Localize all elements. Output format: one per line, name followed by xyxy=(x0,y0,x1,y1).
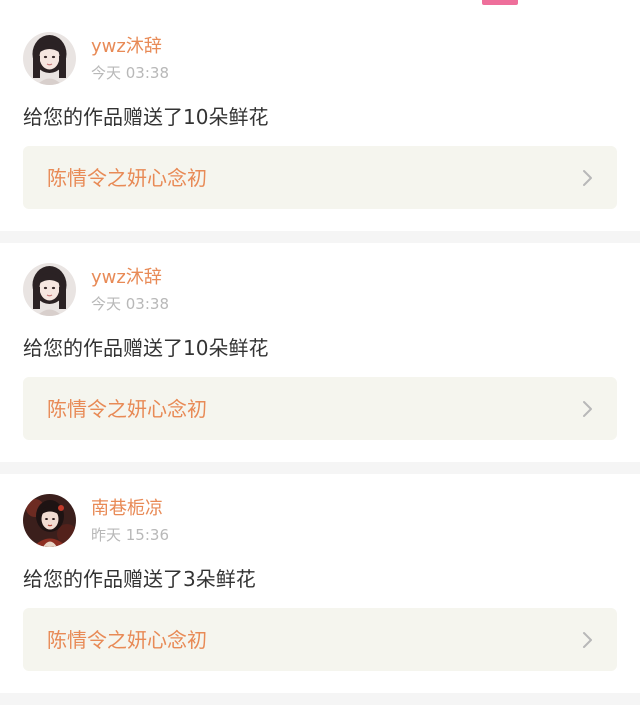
gift-notification-card: ywz沐辞 今天 03:38 给您的作品赠送了10朵鲜花 陈情令之妍心念初 xyxy=(0,12,640,231)
work-title: 陈情令之妍心念初 xyxy=(47,166,207,190)
gift-notification-card: ywz沐辞 今天 03:38 给您的作品赠送了10朵鲜花 陈情令之妍心念初 xyxy=(0,243,640,462)
username[interactable]: ywz沐辞 xyxy=(91,36,162,58)
gift-notification-feed: ywz沐辞 今天 03:38 给您的作品赠送了10朵鲜花 陈情令之妍心念初 yw… xyxy=(0,0,640,705)
chevron-right-icon xyxy=(581,630,595,650)
costume-portrait-icon xyxy=(23,494,76,547)
gift-message: 给您的作品赠送了3朵鲜花 xyxy=(23,567,256,591)
girl-portrait-icon xyxy=(23,263,76,316)
timestamp: 今天 03:38 xyxy=(91,64,169,82)
user-avatar[interactable] xyxy=(23,494,76,547)
section-divider xyxy=(0,231,640,243)
timestamp: 今天 03:38 xyxy=(91,295,169,313)
work-link-card[interactable]: 陈情令之妍心念初 xyxy=(23,377,617,440)
gift-message: 给您的作品赠送了10朵鲜花 xyxy=(23,336,269,360)
work-title: 陈情令之妍心念初 xyxy=(47,628,207,652)
timestamp: 昨天 15:36 xyxy=(91,526,169,544)
user-avatar[interactable] xyxy=(23,263,76,316)
work-title: 陈情令之妍心念初 xyxy=(47,397,207,421)
username[interactable]: ywz沐辞 xyxy=(91,267,162,289)
username[interactable]: 南巷栀凉 xyxy=(91,498,163,520)
gift-notification-card: 南巷栀凉 昨天 15:36 给您的作品赠送了3朵鲜花 陈情令之妍心念初 xyxy=(0,474,640,693)
work-link-card[interactable]: 陈情令之妍心念初 xyxy=(23,608,617,671)
chevron-right-icon xyxy=(581,168,595,188)
work-link-card[interactable]: 陈情令之妍心念初 xyxy=(23,146,617,209)
gift-message: 给您的作品赠送了10朵鲜花 xyxy=(23,105,269,129)
girl-portrait-icon xyxy=(23,32,76,85)
section-divider xyxy=(0,693,640,705)
user-avatar[interactable] xyxy=(23,32,76,85)
section-divider xyxy=(0,462,640,474)
chevron-right-icon xyxy=(581,399,595,419)
